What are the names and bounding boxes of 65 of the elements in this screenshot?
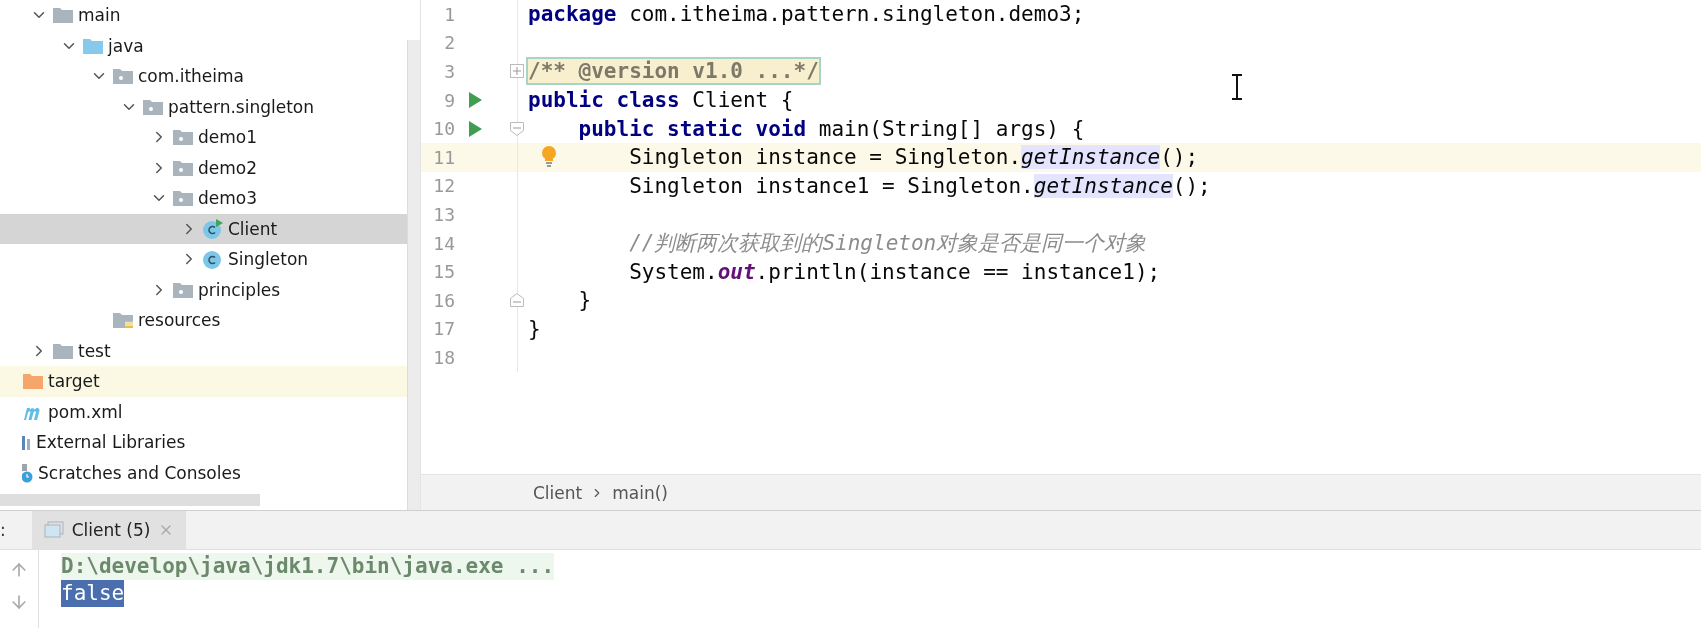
folder-icon [52, 6, 74, 25]
line-number: 3 [443, 61, 455, 82]
tree-item[interactable]: demo2 [0, 152, 407, 183]
code-text: Singleton instance = Singleton.getInstance(); [628, 145, 1199, 170]
package-icon [172, 280, 194, 299]
line-number: 15 [432, 261, 455, 283]
tree-item[interactable]: demo1 [0, 122, 407, 153]
excluded-folder-icon [22, 372, 44, 391]
folder-icon [52, 341, 74, 360]
run-tab[interactable]: Client (5) [31, 511, 187, 549]
tree-item[interactable]: test [0, 335, 407, 366]
package-icon [172, 128, 194, 147]
breadcrumb-item[interactable]: Client [533, 482, 583, 503]
runnable-class-icon [202, 217, 224, 240]
lightbulb-icon[interactable] [541, 145, 557, 168]
tree-item[interactable]: External Libraries [0, 427, 407, 458]
tree-item[interactable]: com.itheima [0, 61, 407, 92]
tree-item[interactable]: target [0, 366, 407, 397]
code-text: } [527, 316, 541, 341]
line-number: 18 [432, 346, 455, 368]
line-number: 2 [443, 32, 455, 54]
line-number: 11 [432, 146, 455, 168]
vertical-scrollbar[interactable] [407, 40, 420, 510]
source-folder-icon [82, 36, 104, 55]
libraries-icon [22, 433, 32, 452]
breadcrumb-item[interactable]: main() [612, 482, 668, 503]
horizontal-scrollbar[interactable] [0, 494, 260, 506]
line-number: 17 [432, 318, 455, 340]
code-text: public class Client { [527, 88, 794, 113]
line-number: 16 [432, 289, 455, 311]
package-icon [112, 67, 134, 86]
code-text: Singleton instance1 = Singleton.getInstance(); [628, 173, 1211, 198]
panel-title: : [0, 520, 6, 540]
tree-item[interactable]: resources [0, 305, 407, 336]
tree-item[interactable]: main [0, 0, 407, 31]
run-icon[interactable] [468, 120, 482, 137]
line-number: 14 [432, 232, 455, 254]
line-number: 12 [432, 175, 455, 197]
code-text: public static void main(String[] args) { [577, 116, 1085, 141]
tree-item[interactable]: principles [0, 274, 407, 305]
console-icon [43, 521, 64, 539]
package-icon [172, 158, 194, 177]
package-icon [172, 189, 194, 208]
package-icon [142, 97, 164, 116]
run-icon[interactable] [468, 92, 482, 109]
tree-item[interactable]: pom.xml [0, 396, 407, 427]
line-number: 10 [432, 118, 455, 140]
code-text: package com.itheima.pattern.singleton.demo3; [527, 2, 1085, 27]
tree-item[interactable]: Scratches and Consoles [0, 457, 407, 488]
class-icon [202, 248, 224, 271]
text-cursor-icon [1231, 74, 1243, 100]
code-text: System.out.println(instance == instance1); [628, 259, 1161, 284]
tree-item[interactable]: Singleton [0, 244, 407, 275]
tree-item[interactable]: java [0, 30, 407, 61]
tree-item[interactable]: pattern.singleton [0, 91, 407, 122]
line-number: 13 [432, 203, 455, 225]
resources-icon [112, 311, 134, 330]
scratches-icon [22, 462, 34, 483]
code-text: } [577, 288, 592, 313]
tree-item[interactable]: Client [0, 213, 407, 244]
tree-item[interactable]: demo3 [0, 183, 407, 214]
code-text: //判断两次获取到的Singleton对象是否是同一个对象 [628, 230, 1147, 258]
line-number: 1 [443, 3, 455, 25]
line-number: 9 [443, 89, 455, 111]
code-text: /** @version v1.0 ...*/ [527, 59, 819, 84]
